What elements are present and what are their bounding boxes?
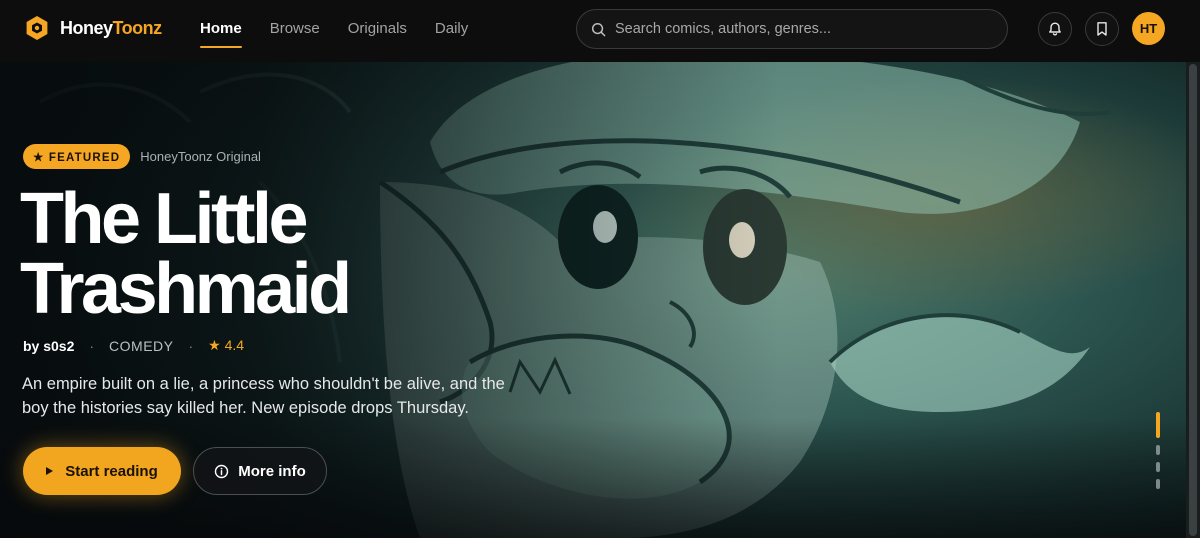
nav-item-browse[interactable]: Browse [270,0,320,62]
search-input[interactable] [615,21,985,37]
meta-separator: · [89,337,95,354]
brand-name-part1: Honey [60,17,113,38]
carousel-dot-2[interactable] [1156,445,1160,455]
featured-badge: ★ FEATURED [23,144,131,169]
carousel-dot-1[interactable] [1156,412,1160,438]
carousel-pager [1155,412,1161,496]
hero-description: An empire built on a lie, a princess who… [22,375,505,417]
start-reading-button[interactable]: Start reading [23,447,181,495]
start-reading-label: Start reading [65,462,158,480]
info-icon [215,464,229,478]
hero-bottom-fade [0,418,1200,538]
scrollbar-thumb[interactable] [1189,64,1197,536]
hero-title: The Little Trashmaid [20,179,352,329]
featured-hero-banner: ★ FEATURED HoneyToonz Original The Littl… [0,62,1200,538]
more-info-button[interactable]: More info [193,447,327,495]
bell-icon [1049,22,1061,36]
bookmark-icon [1097,22,1107,36]
original-label: HoneyToonz Original [140,149,261,164]
meta-separator: · [188,337,194,354]
main-nav: Home Browse Originals Daily [200,0,496,62]
top-navigation-bar: HoneyToonz Home Browse Originals Daily H… [0,0,1200,62]
hexagon-logo-icon [26,16,48,40]
search-bar[interactable] [576,9,1008,49]
bookmarks-button[interactable] [1085,12,1119,46]
genre-tag[interactable]: COMEDY [109,338,173,354]
brand-name: HoneyToonz [60,18,162,39]
nav-item-originals[interactable]: Originals [348,0,407,62]
hero-badge-row: ★ FEATURED HoneyToonz Original [23,144,261,169]
play-icon [46,467,54,475]
rating-value: ★ 4.4 [208,337,245,353]
nav-item-home[interactable]: Home [200,0,242,62]
carousel-dot-3[interactable] [1156,462,1160,472]
brand-logo[interactable]: HoneyToonz [24,15,162,41]
more-info-label: More info [238,462,306,480]
search-icon [591,22,606,36]
user-avatar[interactable]: HT [1132,12,1165,45]
nav-item-daily[interactable]: Daily [435,0,468,62]
brand-name-part2: Toonz [112,17,163,38]
notifications-button[interactable] [1038,12,1072,46]
hero-meta: by s0s2 · COMEDY · ★ 4.4 [23,337,244,354]
author-link[interactable]: by s0s2 [23,338,74,354]
page-scrollbar[interactable] [1186,62,1200,538]
carousel-dot-4[interactable] [1156,479,1160,489]
